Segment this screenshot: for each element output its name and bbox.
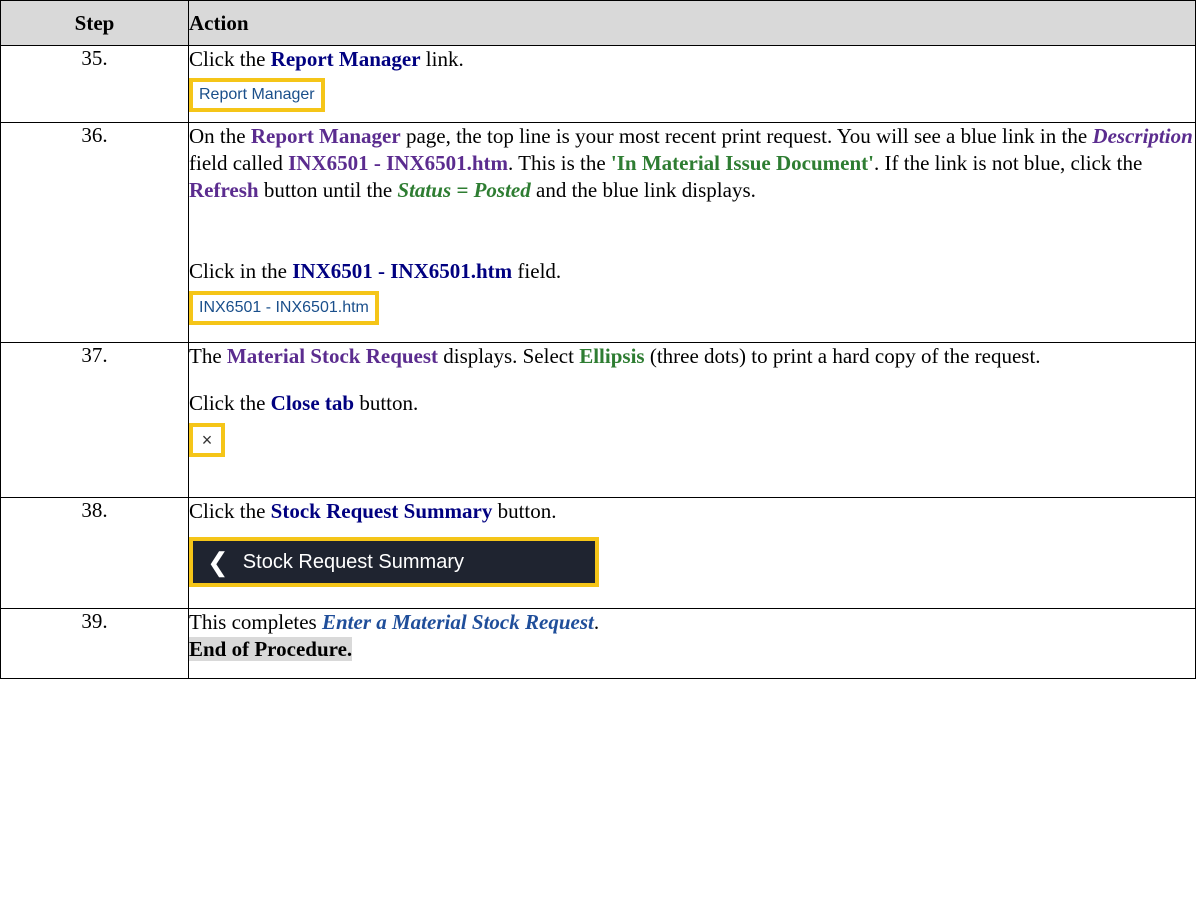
table-row: 39. This completes Enter a Material Stoc… bbox=[0, 608, 1196, 679]
table-row: 38. Click the Stock Request Summary butt… bbox=[0, 497, 1196, 609]
instruction-text: Click the Close tab button. bbox=[189, 391, 419, 415]
instruction-text: On the Report Manager page, the top line… bbox=[189, 124, 1193, 202]
action-cell: Click the Stock Request Summary button. … bbox=[188, 497, 1196, 609]
report-manager-link[interactable]: Report Manager bbox=[189, 78, 325, 112]
chevron-left-icon: ❮ bbox=[207, 547, 229, 577]
instruction-text: This completes Enter a Material Stock Re… bbox=[189, 610, 600, 634]
close-tab-icon[interactable]: × bbox=[189, 423, 225, 457]
step-number: 35. bbox=[0, 45, 189, 123]
table-header-row: Step Action bbox=[0, 0, 1196, 46]
button-label: Stock Request Summary bbox=[242, 550, 464, 573]
action-cell: Click the Report Manager link. Report Ma… bbox=[188, 45, 1196, 123]
header-step: Step bbox=[0, 0, 189, 46]
step-number: 36. bbox=[0, 122, 189, 343]
step-number: 38. bbox=[0, 497, 189, 609]
instruction-text: Click the Stock Request Summary button. bbox=[189, 499, 557, 523]
step-number: 37. bbox=[0, 342, 189, 498]
procedure-table: Step Action 35. Click the Report Manager… bbox=[0, 0, 1196, 679]
inx6501-link[interactable]: INX6501 - INX6501.htm bbox=[189, 291, 379, 325]
instruction-text: Click the Report Manager link. bbox=[189, 47, 464, 71]
end-of-procedure: End of Procedure. bbox=[189, 637, 353, 661]
instruction-text: The Material Stock Request displays. Sel… bbox=[189, 344, 1041, 368]
stock-request-summary-button[interactable]: ❮ Stock Request Summary bbox=[189, 537, 599, 587]
action-cell: The Material Stock Request displays. Sel… bbox=[188, 342, 1196, 498]
table-row: 37. The Material Stock Request displays.… bbox=[0, 342, 1196, 498]
action-cell: On the Report Manager page, the top line… bbox=[188, 122, 1196, 343]
action-cell: This completes Enter a Material Stock Re… bbox=[188, 608, 1196, 679]
table-row: 36. On the Report Manager page, the top … bbox=[0, 122, 1196, 343]
table-row: 35. Click the Report Manager link. Repor… bbox=[0, 45, 1196, 123]
header-action: Action bbox=[188, 0, 1196, 46]
step-number: 39. bbox=[0, 608, 189, 679]
instruction-text: Click in the INX6501 - INX6501.htm field… bbox=[189, 259, 562, 283]
